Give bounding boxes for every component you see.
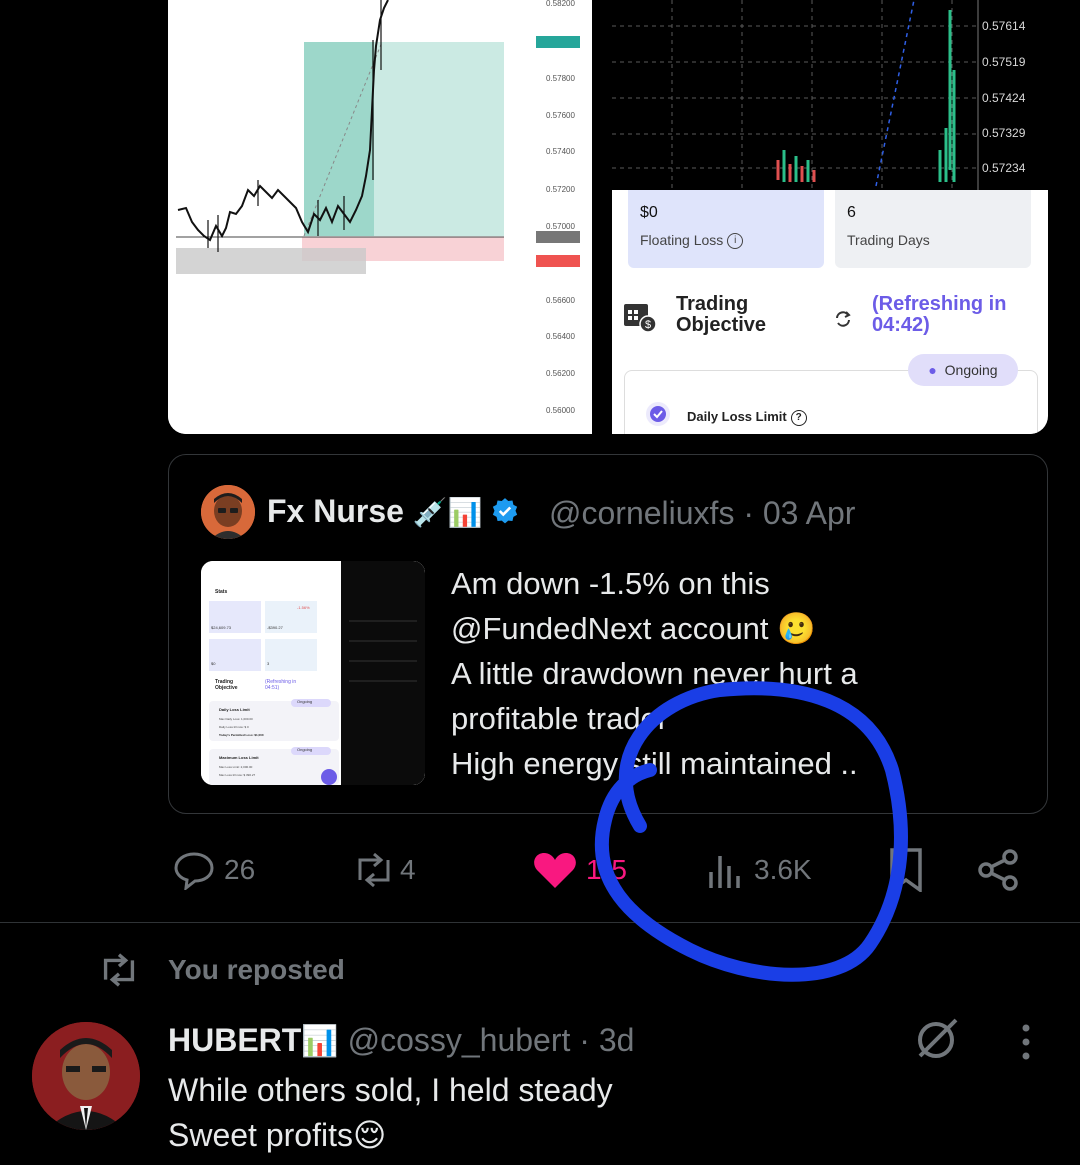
verified-badge-icon (493, 498, 518, 524)
price-axis-label: 0.56000 (546, 406, 575, 415)
refresh-icon[interactable] (832, 308, 854, 330)
heart-icon (534, 853, 576, 888)
repost-context-icon (103, 953, 135, 987)
price-axis-label: 0.57424 (982, 91, 1026, 105)
views-count: 3.6K (754, 854, 812, 885)
syringe-chart-emoji: 💉📊 (412, 497, 483, 528)
funded-dashboard-thumbnail (201, 561, 425, 785)
thumb-max-line1: Max Loss Limit: 2,000.00 (219, 765, 253, 769)
thumb-max-line2: Max Loss till now: $ 390.27 (219, 773, 256, 777)
price-axis-label: 0.57519 (982, 55, 1026, 69)
repost-context-label: You reposted (168, 954, 345, 985)
chart-emoji: 📊 (301, 1025, 339, 1058)
thumb-ongoing-1: Ongoing (297, 699, 313, 704)
thumb-objective: Trading Objective (215, 679, 238, 691)
author-avatar[interactable] (32, 1022, 140, 1130)
chart-image-left[interactable]: 0.582000.580010.578000.576000.574000.572… (168, 0, 592, 434)
grok-icon (918, 1018, 958, 1058)
price-axis-label: 0.58200 (546, 0, 575, 8)
thumb-daily-line1: Max Daily Loss: 1,000.00 (219, 717, 253, 721)
share-button[interactable] (976, 848, 1020, 892)
price-axis-label: 0.57234 (982, 161, 1026, 175)
thumb-stats-label: Stats (215, 589, 228, 595)
like-button[interactable]: 1 5 (532, 848, 627, 892)
like-count: 1 5 (586, 854, 627, 885)
floating-loss-card: $0 Floating Loss i (628, 190, 824, 268)
dark-chart: 0.57614 0.57519 0.57424 0.57329 0.57234 (612, 0, 1048, 190)
post-divider (0, 922, 1080, 923)
info-icon[interactable]: i (727, 233, 744, 250)
candlestick-chart: 0.582000.580010.578000.576000.574000.572… (168, 0, 592, 434)
grok-button[interactable] (912, 1014, 962, 1069)
bookmark-icon (890, 848, 922, 892)
floating-loss-value: $0 (640, 204, 658, 221)
quoted-author-avatar[interactable] (201, 485, 255, 539)
repost-icon (358, 852, 390, 888)
price-axis-label: 0.56200 (546, 369, 575, 378)
post-header: HUBERT📊 @cossy_hubert · 3d (168, 1022, 635, 1058)
refresh-countdown: (Refreshing in 04:42) (872, 293, 1007, 336)
reply-button[interactable]: 26 (172, 848, 255, 892)
quoted-author-name[interactable]: Fx Nurse 💉📊 (267, 493, 519, 530)
views-chart-icon (709, 856, 740, 888)
thumb-max-loss: Maximum Loss Limit (219, 755, 259, 760)
status-dot-icon: ● (928, 362, 937, 378)
thumb-floating: -$390.27 (267, 625, 283, 630)
thumb-zero: $0 (211, 661, 216, 666)
avatar-illustration (201, 485, 255, 539)
thumb-daily-line3: Today's Permitted Loss: $1,000 (219, 733, 264, 737)
quoted-post-date[interactable]: 03 Apr (763, 495, 856, 531)
thumb-daily-loss: Daily Loss Limit (219, 707, 250, 712)
views-button[interactable]: 3.6K (706, 848, 812, 892)
calendar-dollar-icon: $ (624, 304, 656, 332)
quoted-post-card[interactable]: Fx Nurse 💉📊 @corneliuxfs · 03 Apr Stats … (168, 454, 1048, 814)
price-axis-label: 0.57000 (546, 222, 575, 231)
funded-next-panel: $0 Floating Loss i 6 Trading Days $ Tradi… (612, 190, 1048, 434)
thumb-refresh: (Refreshing in 04:51) (265, 679, 297, 691)
repost-count: 4 (400, 854, 416, 885)
author-handle[interactable]: @cossy_hubert (348, 1022, 571, 1058)
thumb-ongoing-2: Ongoing (297, 747, 313, 752)
post-age[interactable]: 3d (599, 1022, 635, 1058)
price-axis-label: 0.57800 (546, 74, 575, 83)
check-circle-icon (646, 402, 670, 426)
more-options-button[interactable] (1016, 1022, 1036, 1067)
trading-days-label: Trading Days (847, 232, 930, 248)
svg-text:$: $ (645, 319, 651, 331)
quoted-author-meta: @corneliuxfs · 03 Apr (549, 495, 856, 531)
author-name[interactable]: HUBERT (168, 1022, 301, 1058)
more-vertical-icon (1022, 1024, 1030, 1060)
avatar-illustration (32, 1022, 140, 1130)
price-axis-label: 0.57600 (546, 111, 575, 120)
daily-loss-limit-label: Daily Loss Limit? (687, 409, 807, 426)
post-text: While others sold, I held steady Sweet p… (168, 1072, 613, 1153)
chart-image-right[interactable]: 0.57614 0.57519 0.57424 0.57329 0.57234 $0 F… (612, 0, 1048, 434)
quoted-author-handle[interactable]: @corneliuxfs (549, 495, 734, 531)
price-axis-label: 0.57329 (982, 126, 1026, 140)
thumb-daily-line2: Daily Loss till now: $ 0 (219, 725, 249, 729)
trading-days-card: 6 Trading Days (835, 190, 1031, 268)
bookmark-button[interactable] (888, 848, 924, 892)
thumb-balance: $24,609.73 (211, 625, 232, 630)
price-axis-label: 0.57400 (546, 147, 575, 156)
floating-loss-label: Floating Loss i (640, 232, 744, 250)
ongoing-status-badge: ● Ongoing (908, 354, 1018, 386)
quoted-post-image[interactable]: Stats $24,609.73 -$390.27 -1.56% $0 3 Tr… (201, 561, 425, 785)
share-icon (978, 849, 1018, 891)
trading-objective-title: Trading Objective (676, 293, 767, 336)
help-icon[interactable]: ? (790, 409, 807, 426)
price-axis-label: 0.56600 (546, 296, 575, 305)
reply-count: 26 (224, 854, 256, 885)
thumb-pct: -1.56% (297, 605, 310, 610)
price-axis-label: 0.57200 (546, 185, 575, 194)
quoted-post-text: Am down -1.5% on this @FundedNext accoun… (451, 566, 858, 781)
price-axis-label: 0.57614 (982, 19, 1026, 33)
repost-context[interactable]: You reposted (96, 950, 345, 990)
repost-button[interactable]: 4 (350, 848, 416, 892)
reply-icon (174, 852, 214, 890)
price-axis-label: 0.56400 (546, 332, 575, 341)
trading-days-value: 6 (847, 204, 856, 221)
thumb-days: 3 (267, 661, 270, 666)
